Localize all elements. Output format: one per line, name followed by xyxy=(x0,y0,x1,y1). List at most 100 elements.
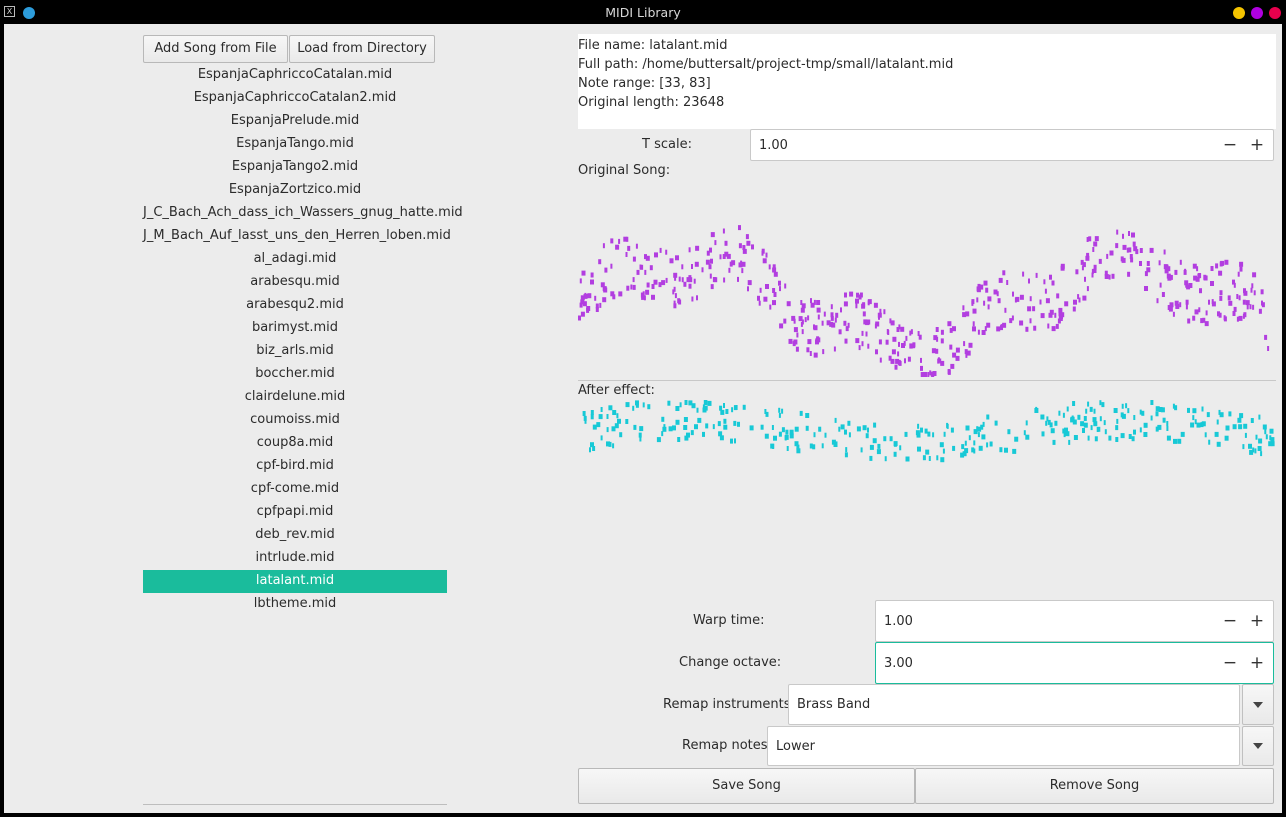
song-list-item[interactable]: clairdelune.mid xyxy=(143,386,447,409)
song-list-item[interactable]: barimyst.mid xyxy=(143,317,447,340)
warp-time-decrement-button[interactable]: − xyxy=(1221,612,1239,630)
change-octave-decrement-button[interactable]: − xyxy=(1221,654,1239,672)
chevron-down-icon xyxy=(1253,743,1263,749)
song-list-item[interactable]: EspanjaCaphriccoCatalan2.mid xyxy=(143,87,447,110)
remap-instruments-dropdown-button[interactable] xyxy=(1242,684,1274,725)
song-list[interactable]: EspanjaCaphriccoCatalan.mid EspanjaCaphri… xyxy=(143,64,463,805)
warp-time-increment-button[interactable]: + xyxy=(1248,612,1266,630)
song-list-item[interactable]: deb_rev.mid xyxy=(143,524,447,547)
song-list-item[interactable]: EspanjaZortzico.mid xyxy=(143,179,447,202)
song-list-item[interactable]: intrlude.mid xyxy=(143,547,447,570)
note-mark xyxy=(1086,286,1089,292)
change-octave-label: Change octave: xyxy=(679,655,782,670)
song-list-item[interactable]: J_M_Bach_Auf_lasst_uns_den_Herren_loben.… xyxy=(143,225,451,248)
note-mark xyxy=(703,405,708,411)
note-mark xyxy=(1157,425,1160,430)
t-scale-spinbox[interactable]: 1.00 − + xyxy=(750,129,1274,161)
song-list-item[interactable]: cpf-come.mid xyxy=(143,478,447,501)
note-mark xyxy=(759,287,762,293)
t-scale-label: T scale: xyxy=(642,137,692,152)
note-mark xyxy=(879,308,882,314)
note-mark xyxy=(1264,429,1267,435)
remap-notes-combobox[interactable]: Lower xyxy=(767,726,1240,766)
note-mark xyxy=(847,420,851,426)
note-mark xyxy=(602,243,605,249)
song-list-item[interactable]: latalant.mid xyxy=(143,570,447,593)
remap-notes-value[interactable]: Lower xyxy=(776,727,815,765)
note-mark xyxy=(1116,418,1119,424)
note-mark xyxy=(1261,302,1265,308)
note-mark xyxy=(856,426,861,432)
note-mark xyxy=(704,400,708,405)
note-mark xyxy=(1090,425,1093,431)
note-mark xyxy=(633,424,637,430)
maximize-icon[interactable] xyxy=(1251,7,1263,19)
t-scale-value[interactable]: 1.00 xyxy=(759,130,788,160)
close-icon[interactable] xyxy=(1269,7,1281,19)
warp-time-value[interactable]: 1.00 xyxy=(884,601,913,641)
note-mark xyxy=(589,447,591,453)
remove-song-button[interactable]: Remove Song xyxy=(915,768,1274,804)
note-mark xyxy=(927,431,931,437)
note-mark xyxy=(784,434,789,440)
song-list-item[interactable]: boccher.mid xyxy=(143,363,447,386)
song-list-item[interactable]: cpf-bird.mid xyxy=(143,455,447,478)
title-bar: X MIDI Library xyxy=(0,0,1286,24)
note-mark xyxy=(872,438,877,444)
note-mark xyxy=(1027,306,1032,312)
song-list-item[interactable]: EspanjaTango2.mid xyxy=(143,156,447,179)
minimize-icon[interactable] xyxy=(1233,7,1245,19)
note-mark xyxy=(779,323,784,329)
note-mark xyxy=(1187,407,1190,413)
note-mark xyxy=(986,442,989,448)
change-octave-value[interactable]: 3.00 xyxy=(884,643,913,683)
note-mark xyxy=(807,339,812,345)
change-octave-spinbox[interactable]: 3.00 − + xyxy=(875,642,1274,684)
note-mark xyxy=(844,338,848,344)
remap-instruments-value[interactable]: Brass Band xyxy=(797,685,870,724)
note-mark xyxy=(862,311,866,317)
note-mark xyxy=(1087,401,1090,407)
t-scale-decrement-button[interactable]: − xyxy=(1221,136,1239,154)
t-scale-increment-button[interactable]: + xyxy=(1248,136,1266,154)
note-mark xyxy=(898,360,902,366)
note-mark xyxy=(968,342,973,348)
song-list-item[interactable]: coumoiss.mid xyxy=(143,409,447,432)
song-list-item[interactable]: EspanjaPrelude.mid xyxy=(143,110,447,133)
note-mark xyxy=(595,307,599,312)
song-list-item[interactable]: cpfpapi.mid xyxy=(143,501,447,524)
note-mark xyxy=(642,402,645,408)
note-mark xyxy=(1166,264,1169,270)
song-list-item[interactable]: EspanjaCaphriccoCatalan.mid xyxy=(143,64,447,87)
change-octave-increment-button[interactable]: + xyxy=(1248,654,1266,672)
song-list-item[interactable]: J_C_Bach_Ach_dass_ich_Wassers_gnug_hatte… xyxy=(143,202,463,225)
warp-time-spinbox[interactable]: 1.00 − + xyxy=(875,600,1274,642)
song-list-item[interactable]: biz_arls.mid xyxy=(143,340,447,363)
song-list-item[interactable]: coup8a.mid xyxy=(143,432,447,455)
song-list-item[interactable]: arabesqu2.mid xyxy=(143,294,447,317)
note-mark xyxy=(816,300,821,305)
window-title: MIDI Library xyxy=(605,5,681,20)
note-mark xyxy=(986,414,990,420)
note-mark xyxy=(971,300,974,306)
note-mark xyxy=(768,264,771,270)
remap-notes-dropdown-button[interactable] xyxy=(1242,726,1274,766)
add-song-button[interactable]: Add Song from File xyxy=(143,35,288,63)
load-directory-button[interactable]: Load from Directory xyxy=(289,35,435,63)
note-mark xyxy=(764,409,767,414)
note-mark xyxy=(867,299,872,305)
note-mark xyxy=(600,435,603,441)
song-list-item[interactable]: arabesqu.mid xyxy=(143,271,447,294)
note-mark xyxy=(1194,419,1197,425)
note-mark xyxy=(1099,400,1102,406)
song-list-item[interactable]: EspanjaTango.mid xyxy=(143,133,447,156)
remap-instruments-combobox[interactable]: Brass Band xyxy=(788,684,1240,725)
note-mark xyxy=(1029,296,1032,302)
song-list-item[interactable]: al_adagi.mid xyxy=(143,248,447,271)
note-mark xyxy=(949,344,953,350)
note-mark xyxy=(1214,431,1219,437)
save-song-button[interactable]: Save Song xyxy=(578,768,915,804)
note-mark xyxy=(645,289,650,295)
note-mark xyxy=(923,372,926,377)
song-list-item[interactable]: lbtheme.mid xyxy=(143,593,447,616)
